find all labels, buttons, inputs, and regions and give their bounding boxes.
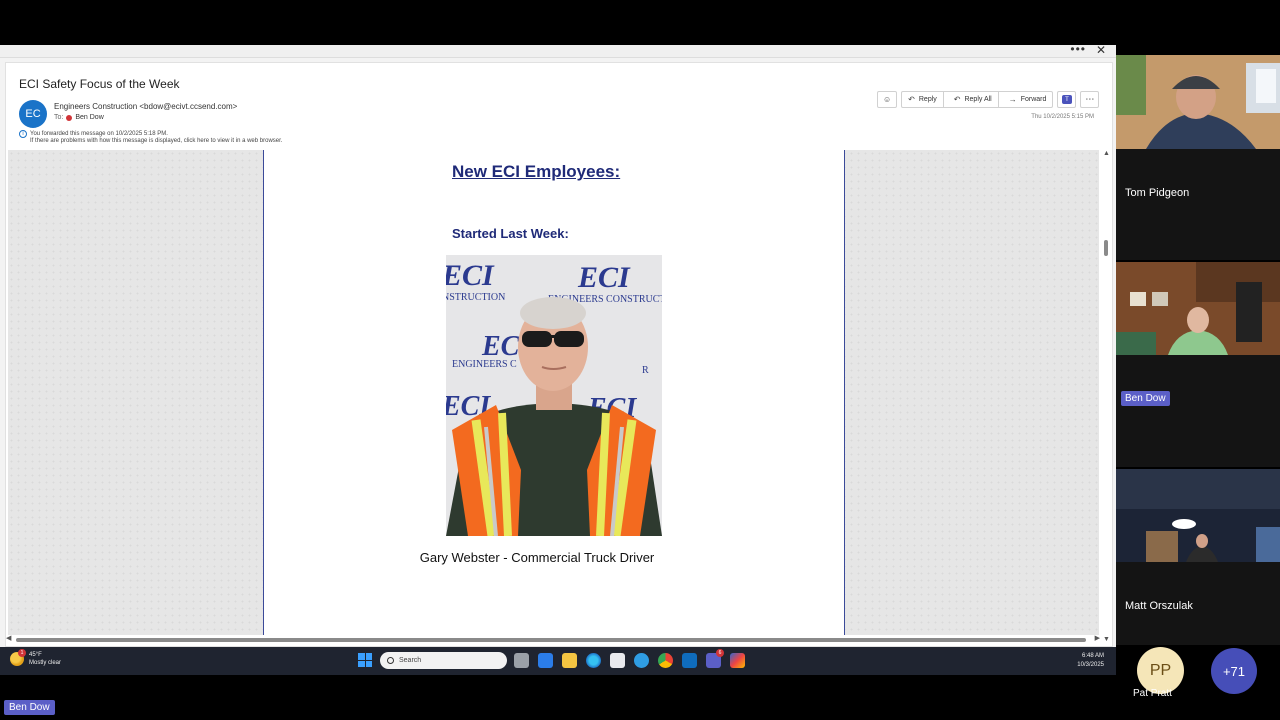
weather-desc: Mostly clear <box>29 660 62 666</box>
reply-group: ↶ Reply ↶ Reply All → Forward <box>901 91 1054 108</box>
email-action-bar: ☺ ↶ Reply ↶ Reply All → Forward T ⋯ <box>877 91 1100 108</box>
presence-icon <box>66 114 73 121</box>
email-subject: ECI Safety Focus of the Week <box>19 77 180 91</box>
forward-label: Forward <box>1020 96 1047 103</box>
app-icon[interactable] <box>730 653 745 668</box>
shared-screen: ••• ✕ ECI Safety Focus of the Week EC En… <box>0 45 1116 675</box>
svg-text:ECI: ECI <box>446 259 495 292</box>
vertical-scrollbar[interactable]: ▲ ▼ <box>1101 150 1111 643</box>
video-feed-svg <box>1116 262 1280 355</box>
task-view-icon[interactable] <box>514 653 529 668</box>
scroll-down-icon[interactable]: ▼ <box>1103 636 1110 643</box>
ellipsis-icon: ⋯ <box>1085 94 1095 104</box>
more-participants-button[interactable]: +71 <box>1211 648 1257 694</box>
reply-all-button[interactable]: ↶ Reply All <box>948 92 999 107</box>
forward-icon: → <box>1008 95 1017 104</box>
teams-share-button[interactable]: T <box>1057 91 1077 108</box>
email-reading-pane: ECI Safety Focus of the Week EC Engineer… <box>5 62 1113 647</box>
email-body[interactable]: New ECI Employees: Started Last Week: EC… <box>8 150 1099 635</box>
windows-start-icon[interactable] <box>358 653 372 667</box>
store-icon[interactable] <box>610 653 625 668</box>
svg-text:ECI: ECI <box>577 261 631 294</box>
forward-notice-text: You forwarded this message on 10/2/2025 … <box>30 131 168 137</box>
widgets-icon[interactable] <box>538 653 553 668</box>
participant-video <box>1116 55 1280 149</box>
windows-taskbar: 1 45°F Mostly clear Search 6 6:48 AM 10/… <box>0 647 1116 675</box>
employee-photo: ECI NSTRUCTION ECI ENGINEERS CONSTRUCTIO… <box>446 255 662 536</box>
participant-name: Ben Dow <box>1121 391 1170 406</box>
reply-label: Reply <box>918 96 937 103</box>
sender-avatar[interactable]: EC <box>19 100 47 128</box>
video-feed-svg <box>1116 469 1280 562</box>
participant-name: Tom Pidgeon <box>1125 187 1190 199</box>
sender-address[interactable]: Engineers Construction <bdow@ecivt.ccsen… <box>54 102 237 111</box>
teams-badge: 6 <box>716 649 724 657</box>
svg-text:R: R <box>642 365 649 376</box>
svg-text:NSTRUCTION: NSTRUCTION <box>446 292 505 303</box>
email-date: Thu 10/2/2025 5:15 PM <box>1031 114 1094 120</box>
horizontal-scrollbar[interactable]: ◀ ▶ <box>6 634 1100 643</box>
scroll-thumb[interactable] <box>1104 240 1108 256</box>
video-feed-svg <box>1116 55 1280 149</box>
reply-all-icon: ↶ <box>953 95 961 104</box>
file-explorer-icon[interactable] <box>562 653 577 668</box>
recipient-name[interactable]: Ben Dow <box>75 114 103 121</box>
chrome-icon[interactable] <box>658 653 673 668</box>
reply-icon: ↶ <box>908 95 915 104</box>
edge-icon[interactable] <box>586 653 601 668</box>
scroll-right-icon[interactable]: ▶ <box>1095 634 1100 642</box>
participant-avatar-pat-pratt[interactable]: PP <box>1137 647 1184 694</box>
weather-icon: 1 <box>10 649 26 666</box>
participant-name: Matt Orszulak <box>1125 600 1193 612</box>
recipient-line: To: Ben Dow <box>54 114 104 121</box>
participant-video <box>1116 262 1280 355</box>
participant-tile-tom-pidgeon[interactable]: Tom Pidgeon <box>1116 55 1280 260</box>
search-placeholder: Search <box>399 657 422 664</box>
taskbar-search[interactable]: Search <box>380 652 507 669</box>
clock-date: 10/3/2025 <box>1077 662 1104 668</box>
teams-icon: T <box>1061 95 1072 104</box>
to-label: To: <box>54 114 64 121</box>
participant-tile-matt-orszulak[interactable]: Matt Orszulak <box>1116 469 1280 645</box>
svg-text:ENGINEERS C: ENGINEERS C <box>452 359 517 370</box>
taskbar-apps: 6 <box>514 649 745 668</box>
newsletter-heading: New ECI Employees: <box>452 162 621 181</box>
participant-name-pat-pratt: Pat Pratt <box>1133 688 1172 699</box>
horizontal-scroll-thumb[interactable] <box>16 638 1086 642</box>
smiley-icon: ☺ <box>883 95 892 104</box>
employee-caption: Gary Webster - Commercial Truck Driver <box>419 550 655 565</box>
weather-widget[interactable]: 1 45°F Mostly clear <box>10 649 62 667</box>
display-notice[interactable]: If there are problems with how this mess… <box>30 138 282 144</box>
more-options-icon[interactable]: ••• <box>1070 45 1086 56</box>
employee-photo-svg: ECI NSTRUCTION ECI ENGINEERS CONSTRUCTIO… <box>446 255 662 536</box>
emoji-reaction-button[interactable]: ☺ <box>877 91 898 108</box>
info-icon: i <box>19 130 27 138</box>
browser-icon[interactable] <box>634 653 649 668</box>
clock-time: 6:48 AM <box>1081 653 1104 659</box>
teams-icon[interactable]: 6 <box>706 649 724 668</box>
newsletter-content: New ECI Employees: Started Last Week: EC… <box>263 150 845 635</box>
scroll-up-icon[interactable]: ▲ <box>1103 150 1110 157</box>
close-icon[interactable]: ✕ <box>1096 45 1106 57</box>
presenter-name-label: Ben Dow <box>4 700 55 715</box>
newsletter-subheading: Started Last Week: <box>452 226 569 241</box>
scroll-left-icon[interactable]: ◀ <box>6 634 11 642</box>
participant-video <box>1116 469 1280 562</box>
taskbar-clock[interactable]: 6:48 AM 10/3/2025 <box>1077 652 1104 670</box>
search-icon <box>387 657 394 664</box>
more-actions-button[interactable]: ⋯ <box>1080 91 1100 108</box>
participant-tile-ben-dow[interactable]: Ben Dow <box>1116 262 1280 467</box>
weather-temp: 45°F <box>29 652 42 658</box>
reply-button[interactable]: ↶ Reply <box>902 92 944 107</box>
window-title-bar: ••• ✕ <box>0 45 1116 58</box>
weather-badge: 1 <box>18 649 26 657</box>
reply-all-label: Reply All <box>964 96 992 103</box>
outlook-icon[interactable] <box>682 653 697 668</box>
forward-button[interactable]: → Forward <box>1003 92 1053 107</box>
forward-notice: i You forwarded this message on 10/2/202… <box>19 130 168 138</box>
